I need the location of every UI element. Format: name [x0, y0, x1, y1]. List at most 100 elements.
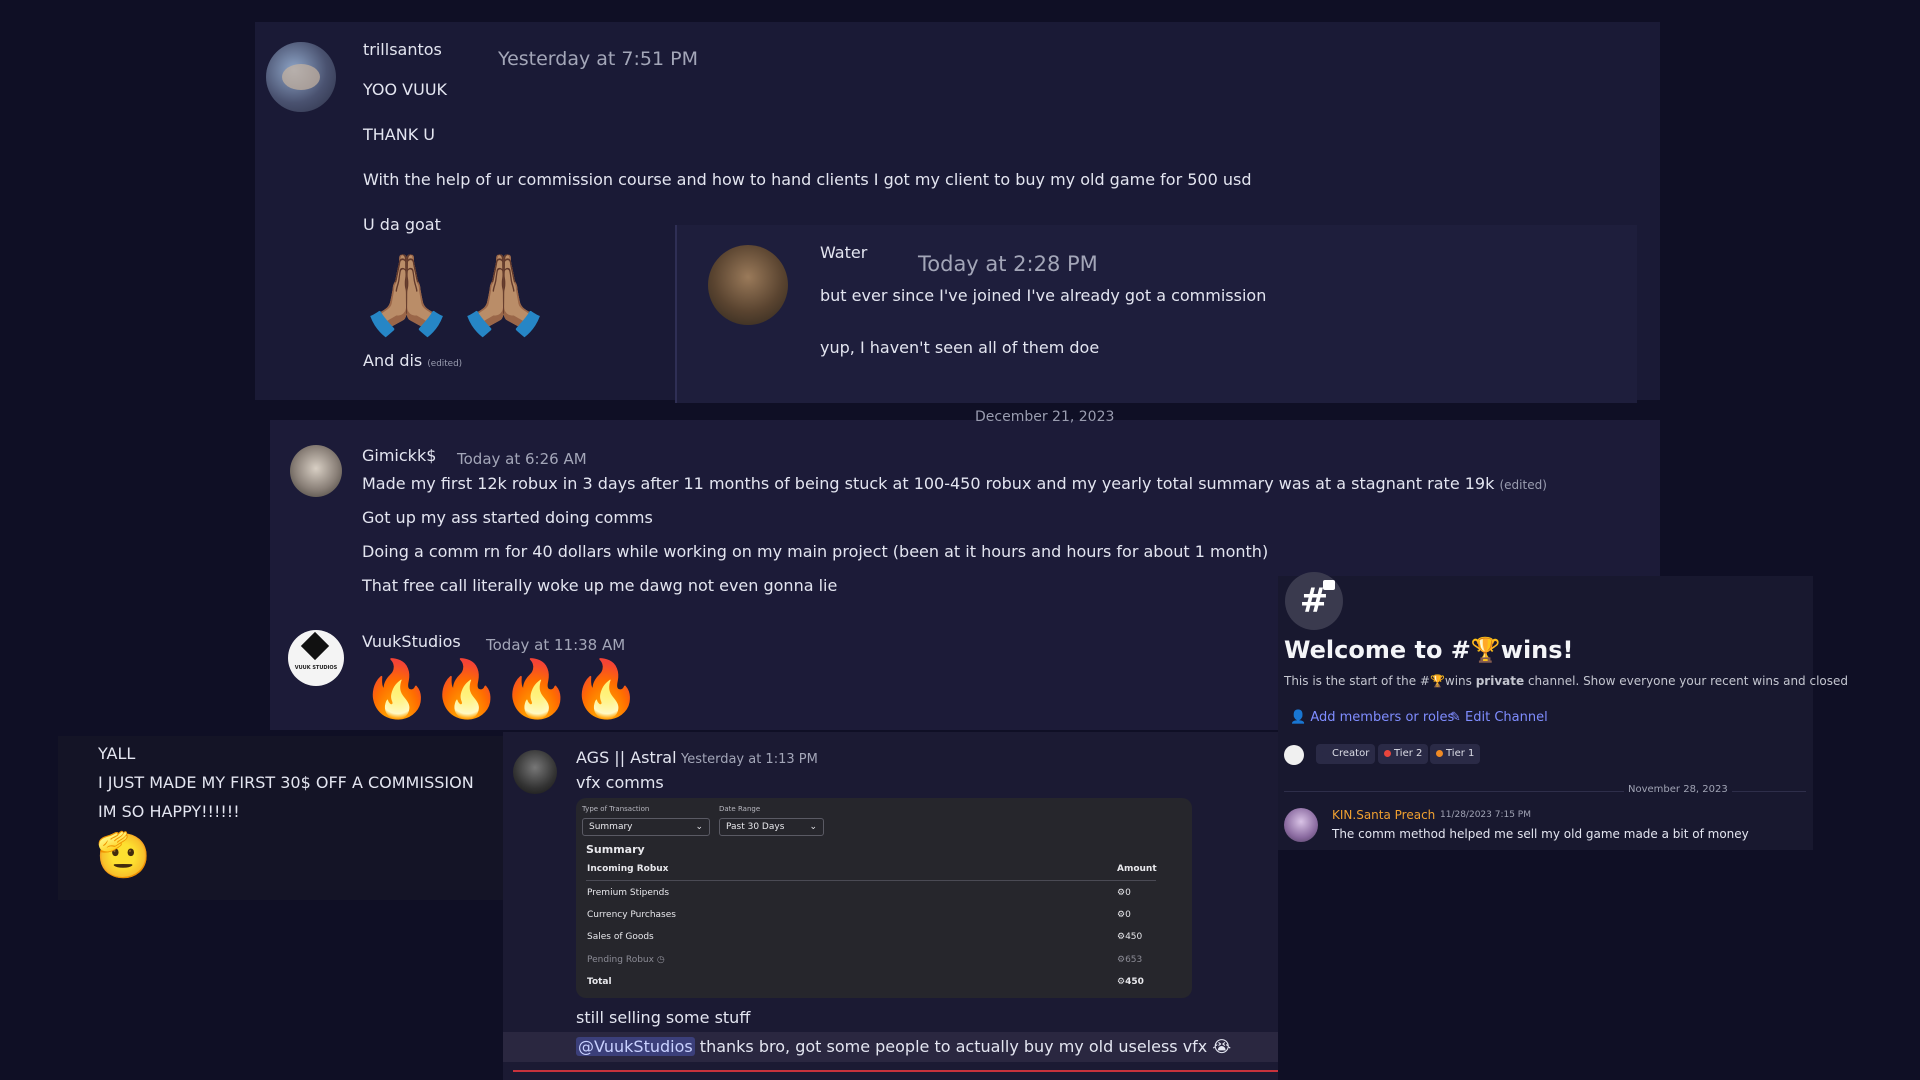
clock-icon: ◷: [656, 955, 665, 965]
row-label: Pending Robux ◷: [587, 955, 665, 965]
message-line-last: And dis (edited): [363, 351, 462, 370]
add-members-button[interactable]: 👤 Add members or roles: [1290, 710, 1454, 725]
row-label: Currency Purchases: [587, 910, 676, 920]
logo-text: VUUK STUDIOS: [294, 665, 338, 671]
avatar-trillsantos[interactable]: [266, 42, 336, 112]
add-members-label: Add members or roles: [1310, 710, 1455, 725]
edited-tag: (edited): [427, 359, 463, 369]
author-name[interactable]: Gimickk$: [362, 446, 436, 465]
robux-icon: ⚙: [1117, 955, 1126, 965]
avatar-ags[interactable]: [513, 750, 557, 794]
summary-heading: Summary: [586, 843, 645, 856]
table-divider: [586, 880, 1156, 881]
author-name[interactable]: AGS || Astral: [576, 748, 677, 767]
message-timestamp: Today at 6:26 AM: [457, 450, 587, 468]
message-text: Made my first 12k robux in 3 days after …: [362, 474, 1495, 493]
row-value: ⚙450: [1117, 932, 1142, 942]
message-text: And dis: [363, 351, 423, 370]
edited-tag: (edited): [1499, 478, 1547, 492]
message-timestamp: Yesterday at 7:51 PM: [498, 48, 698, 70]
role-label: Tier 2: [1394, 748, 1423, 759]
message-line: Got up my ass started doing comms: [362, 508, 653, 527]
row-amount: 450: [1125, 932, 1143, 942]
type-label: Type of Transaction: [582, 805, 650, 813]
server-avatar[interactable]: [1284, 745, 1304, 765]
row-value: ⚙0: [1117, 910, 1131, 920]
author-name[interactable]: Water: [820, 243, 867, 262]
fire-emoji-row: 🔥 🔥 🔥 🔥: [362, 650, 641, 730]
avatar-water[interactable]: [708, 245, 788, 325]
channel-description: This is the start of the #🏆wins private …: [1284, 674, 1848, 688]
message-timestamp: Today at 2:28 PM: [918, 252, 1098, 276]
role-chip-creator[interactable]: Creator: [1316, 744, 1376, 764]
robux-icon: ⚙: [1117, 977, 1126, 987]
fire-emoji: 🔥: [431, 657, 502, 722]
type-value: Summary: [589, 822, 633, 832]
type-select[interactable]: Summary ⌄: [582, 818, 710, 836]
fire-emoji: 🔥: [362, 657, 432, 722]
message-line: but ever since I've joined I've already …: [820, 286, 1267, 305]
desc-end: channel. Show everyone your recent wins …: [1524, 674, 1848, 688]
role-label: Tier 1: [1446, 748, 1475, 759]
message-line: yup, I haven't seen all of them doe: [820, 338, 1100, 357]
col-amount: Amount: [1117, 864, 1157, 874]
row-value-total: ⚙450: [1117, 977, 1144, 987]
edit-channel-button[interactable]: ✎ Edit Channel: [1450, 710, 1548, 725]
user-mention[interactable]: @VuukStudios: [576, 1037, 695, 1056]
message-line: The comm method helped me sell my old ga…: [1332, 827, 1749, 841]
row-amount: 450: [1125, 977, 1144, 987]
date-range-value: Past 30 Days: [726, 822, 785, 832]
message-line: YALL: [98, 744, 136, 763]
date-range-select[interactable]: Past 30 Days ⌄: [719, 818, 824, 836]
edit-channel-label: Edit Channel: [1465, 710, 1548, 725]
message-line: vfx comms: [576, 773, 664, 792]
fire-emoji: 🔥: [501, 657, 572, 722]
col-incoming-robux: Incoming Robux: [587, 864, 669, 874]
role-chip-tier1[interactable]: Tier 1: [1430, 744, 1481, 764]
row-amount: 653: [1125, 955, 1143, 965]
avatar-face-shape: [282, 64, 320, 90]
role-chip-tier2[interactable]: Tier 2: [1378, 744, 1429, 764]
lock-icon: [1323, 580, 1335, 590]
message-timestamp: 11/28/2023 7:15 PM: [1440, 810, 1531, 820]
new-messages-line: [513, 1070, 1278, 1072]
message-line: That free call literally woke up me dawg…: [362, 576, 838, 595]
author-name[interactable]: VuukStudios: [362, 632, 461, 651]
robux-icon: ⚙: [1117, 910, 1126, 920]
avatar-santa-preach[interactable]: [1284, 808, 1318, 842]
row-label: Sales of Goods: [587, 932, 654, 942]
logo-diamond-shape: [300, 631, 330, 661]
row-amount: 0: [1125, 888, 1131, 898]
crying-emoji: 😭: [1212, 1037, 1232, 1056]
role-dot: [1384, 749, 1391, 757]
chevron-down-icon: ⌄: [809, 822, 817, 832]
robux-icon: ⚙: [1117, 888, 1126, 898]
message-text: thanks bro, got some people to actually …: [699, 1037, 1208, 1056]
message-line: IM SO HAPPY!!!!!!: [98, 802, 240, 821]
date-divider: November 28, 2023: [1624, 784, 1732, 795]
message-line: still selling some stuff: [576, 1008, 751, 1027]
row-value: ⚙0: [1117, 888, 1131, 898]
channel-welcome-title: Welcome to #🏆wins!: [1284, 636, 1574, 664]
row-label: Premium Stipends: [587, 888, 670, 898]
pending-label: Pending Robux: [587, 955, 654, 965]
desc-private: private: [1475, 674, 1525, 688]
row-label-total: Total: [587, 977, 612, 987]
message-line: With the help of ur commission course an…: [363, 170, 1252, 189]
fire-emoji: 🔥: [571, 657, 641, 722]
message-timestamp: Yesterday at 1:13 PM: [681, 752, 818, 767]
row-value: ⚙653: [1117, 955, 1142, 965]
message-line: YOO VUUK: [363, 80, 448, 99]
avatar-vuukstudios[interactable]: VUUK STUDIOS: [288, 630, 344, 686]
avatar-gimickk[interactable]: [290, 445, 342, 497]
role-dot: [1436, 749, 1443, 757]
message-line: Doing a comm rn for 40 dollars while wor…: [362, 542, 1269, 561]
message-line: I JUST MADE MY FIRST 30$ OFF A COMMISSIO…: [98, 773, 474, 792]
message-line: @VuukStudios thanks bro, got some people…: [576, 1037, 1231, 1056]
salute-emoji: 🫡: [96, 830, 151, 881]
message-line: THANK U: [363, 125, 436, 144]
author-name[interactable]: trillsantos: [363, 40, 442, 59]
add-person-icon: 👤: [1290, 710, 1307, 725]
pencil-icon: ✎: [1450, 710, 1461, 725]
author-name[interactable]: KIN.Santa Preach: [1332, 808, 1435, 822]
